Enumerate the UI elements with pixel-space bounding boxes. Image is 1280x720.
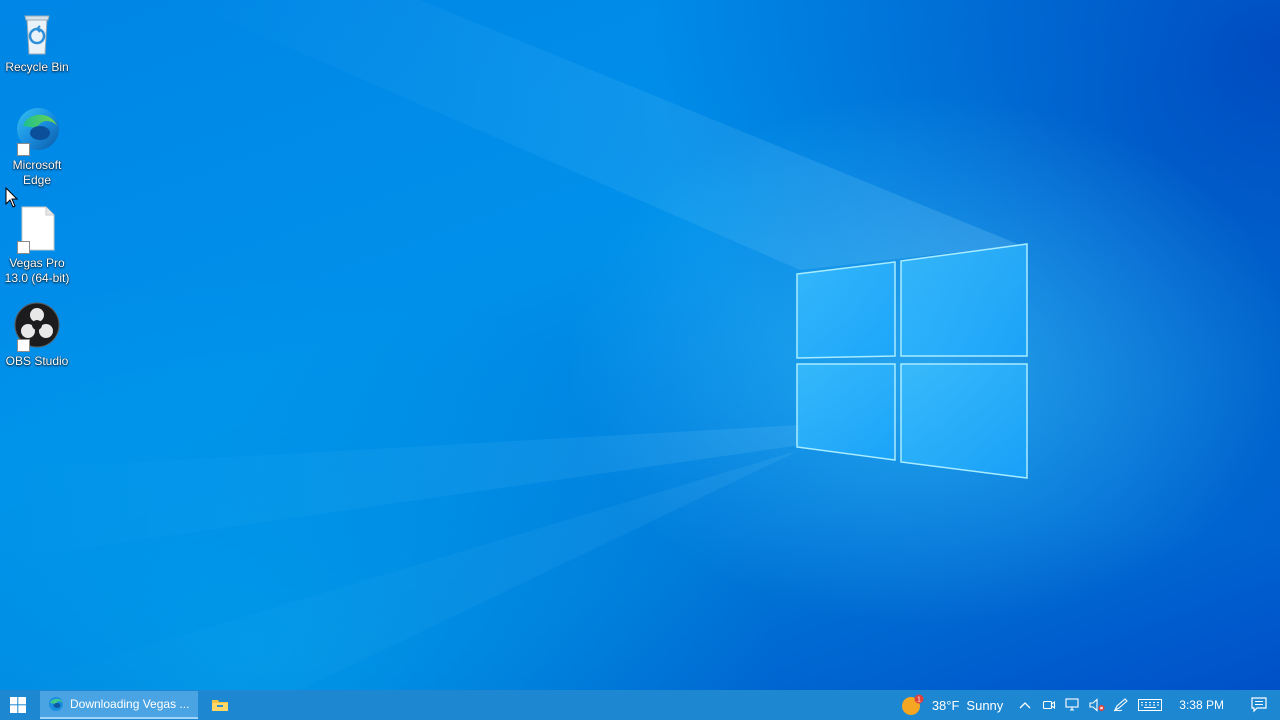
pen-icon: [1114, 698, 1129, 712]
file-explorer-icon: [212, 700, 228, 711]
desktop-icon-label: OBS Studio: [5, 354, 69, 368]
shortcut-arrow-icon: [17, 143, 30, 156]
chevron-up-icon: [1019, 702, 1031, 709]
system-tray: 1 38°F Sunny 3:38 PM: [901, 690, 1280, 720]
taskbar: Downloading Vegas ... 1 38°F Sunny 3:38 …: [0, 690, 1280, 720]
desktop-icon-label: Recycle Bin: [5, 60, 69, 74]
taskbar-app-edge[interactable]: Downloading Vegas ...: [40, 691, 198, 719]
desktop-icon-obs-studio[interactable]: OBS Studio: [0, 302, 74, 369]
taskbar-app-label: Downloading Vegas ...: [70, 697, 190, 711]
windows-ink-button[interactable]: [1109, 690, 1133, 720]
start-button[interactable]: [0, 690, 36, 720]
svg-text:1: 1: [917, 697, 921, 704]
keyboard-icon: [1138, 699, 1163, 711]
desktop-icon-label: Microsoft Edge: [12, 158, 62, 187]
shortcut-arrow-icon: [17, 339, 30, 352]
edge-icon: [49, 697, 63, 711]
meet-now-button[interactable]: [1037, 690, 1061, 720]
windows-logo-wallpaper: [796, 243, 1028, 479]
mouse-cursor-icon: [5, 187, 19, 208]
network-button[interactable]: [1061, 690, 1085, 720]
shortcut-arrow-icon: [17, 241, 30, 254]
taskbar-file-explorer[interactable]: [198, 690, 242, 720]
weather-widget[interactable]: 1 38°F Sunny: [901, 694, 1003, 716]
weather-condition: Sunny: [966, 697, 1004, 713]
desktop[interactable]: Recycle Bin Microsoft Edge Vegas Pro 13.…: [0, 0, 1280, 690]
volume-button[interactable]: [1085, 690, 1109, 720]
blank-file-icon: [13, 204, 61, 254]
action-center-button[interactable]: [1238, 690, 1280, 720]
weather-temperature: 38°F: [931, 697, 960, 713]
action-center-icon: [1251, 697, 1267, 713]
sun-icon: 1: [901, 694, 924, 715]
desktop-icon-microsoft-edge[interactable]: Microsoft Edge: [0, 106, 74, 188]
desktop-icon-vegas-pro[interactable]: Vegas Pro 13.0 (64-bit): [0, 204, 74, 286]
taskbar-clock[interactable]: 3:38 PM: [1179, 698, 1224, 712]
desktop-icon-label: Vegas Pro 13.0 (64-bit): [4, 256, 70, 285]
recycle-bin-icon: [13, 8, 61, 56]
windows-start-icon: [10, 697, 26, 713]
meet-now-icon: [1043, 700, 1056, 710]
edge-icon: [13, 106, 61, 156]
obs-icon: [13, 302, 61, 352]
touch-keyboard-button[interactable]: [1133, 690, 1167, 720]
show-hidden-icons-button[interactable]: [1013, 690, 1037, 720]
desktop-icon-recycle-bin[interactable]: Recycle Bin: [0, 8, 74, 75]
network-icon: [1065, 698, 1079, 711]
volume-muted-icon: [1089, 698, 1105, 712]
